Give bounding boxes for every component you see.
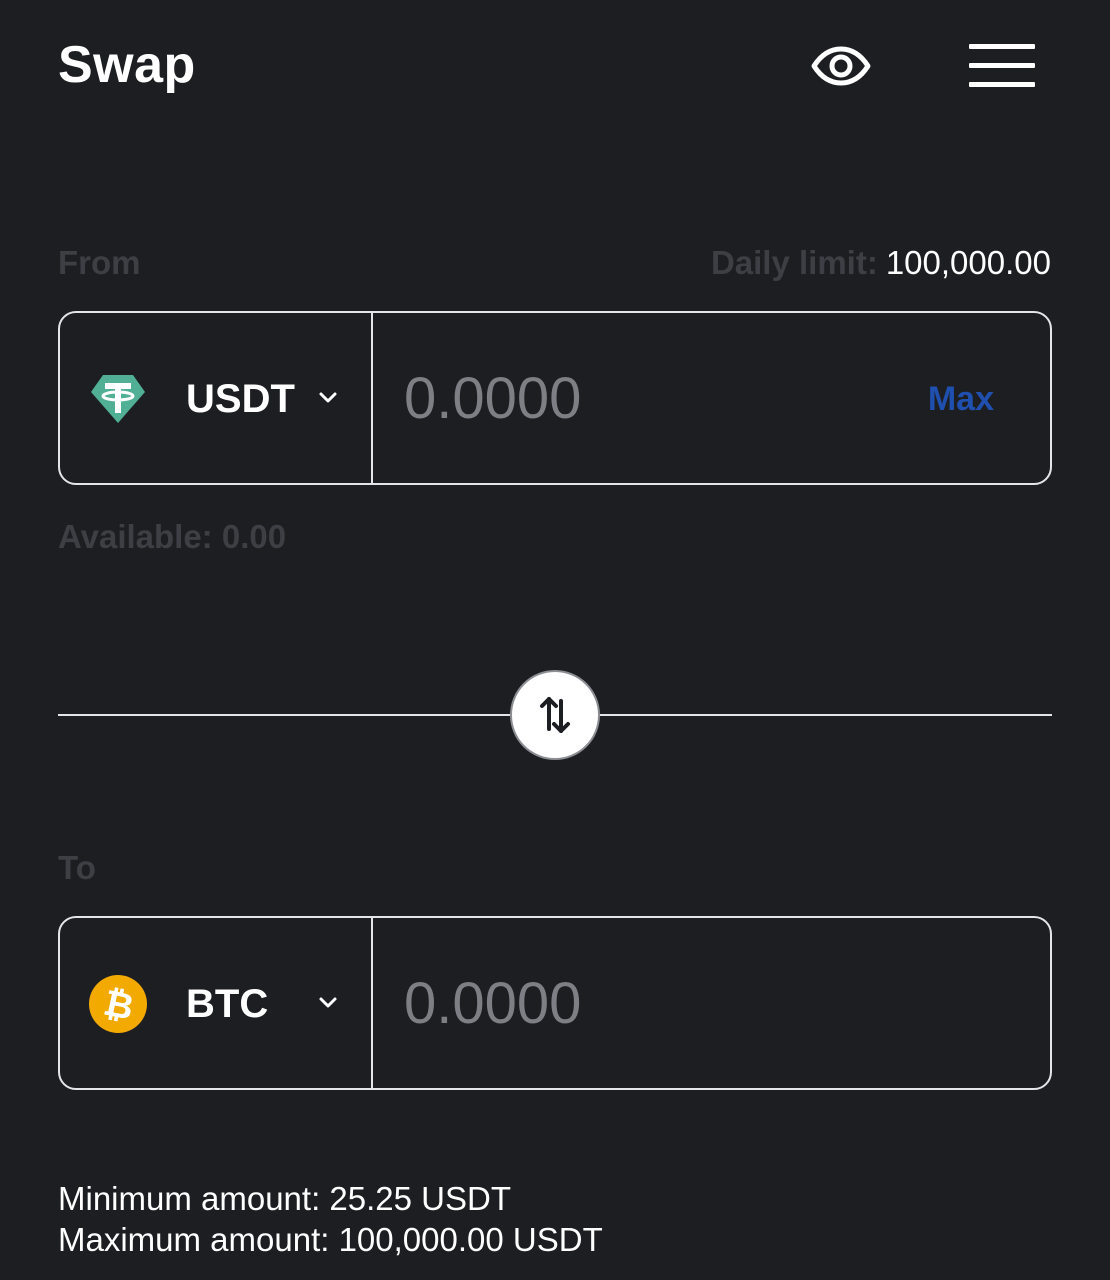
minimum-amount-text: Minimum amount: 25.25 USDT [58,1180,511,1217]
from-label: From [58,244,141,281]
swap-arrows-icon [540,697,570,733]
from-token-symbol: USDT [186,377,295,421]
to-amount-input[interactable] [404,918,874,1088]
to-swap-box: ₿ BTC [58,916,1052,1090]
to-label: To [58,849,96,886]
maximum-amount-text: Maximum amount: 100,000.00 USDT [58,1221,603,1258]
chevron-down-icon [319,997,337,1008]
available-balance: Available: 0.00 [58,518,287,555]
tether-icon [91,375,145,423]
from-swap-box: USDT Max [58,311,1052,485]
toggle-visibility-button[interactable] [806,36,876,96]
to-token-selector[interactable]: ₿ BTC [60,918,373,1088]
to-token-symbol: BTC [186,982,269,1026]
daily-limit: Daily limit: 100,000.00 [711,243,1051,283]
chevron-down-icon [319,392,337,403]
hamburger-menu-icon [969,44,1035,87]
switch-direction-button[interactable] [510,670,600,760]
daily-limit-value: 100,000.00 [885,244,1051,281]
max-button[interactable]: Max [928,379,994,419]
bitcoin-icon: ₿ [89,975,147,1033]
amount-limits: Minimum amount: 25.25 USDT Maximum amoun… [58,1178,603,1260]
page-title: Swap [58,36,196,94]
eye-icon [811,46,871,86]
menu-button[interactable] [966,38,1038,92]
from-token-selector[interactable]: USDT [60,313,373,483]
from-amount-input[interactable] [404,313,874,483]
daily-limit-label: Daily limit: [710,244,878,281]
